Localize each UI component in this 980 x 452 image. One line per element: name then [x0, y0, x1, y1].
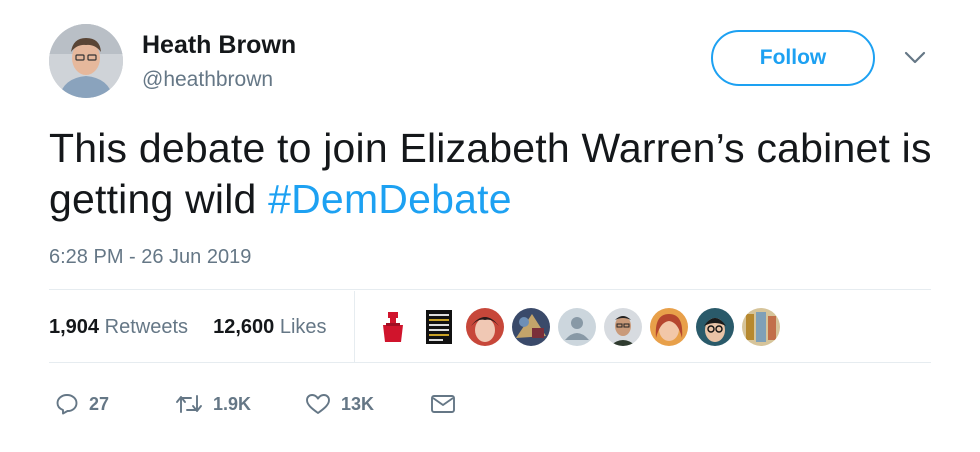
display-name[interactable]: Heath Brown [142, 31, 296, 60]
heart-icon [306, 394, 330, 414]
retweets-count[interactable]: 1,904 [49, 316, 99, 338]
likes-count[interactable]: 12,600 [213, 316, 274, 338]
liker-avatar[interactable] [696, 308, 734, 346]
liker-avatar[interactable] [650, 308, 688, 346]
envelope-icon [431, 395, 455, 413]
retweet-icon [176, 395, 202, 413]
retweet-count: 1.9K [213, 393, 252, 414]
divider [49, 289, 931, 290]
retweet-button[interactable]: 1.9K [175, 390, 251, 418]
hashtag-link[interactable]: #DemDebate [268, 176, 512, 222]
like-count: 13K [341, 393, 375, 414]
reply-button[interactable]: 27 [55, 390, 109, 418]
liker-avatar[interactable] [420, 308, 458, 346]
direct-message-button[interactable] [430, 390, 466, 418]
avatar[interactable] [49, 24, 123, 98]
tweet-stats: 1,904 Retweets 12,600 Likes [49, 316, 327, 339]
follow-button[interactable]: Follow [711, 30, 875, 86]
reply-icon [56, 394, 78, 415]
like-button[interactable]: 13K [305, 390, 374, 418]
tweet-text: This debate to join Elizabeth Warren’s c… [49, 123, 949, 225]
stats-separator [354, 291, 355, 362]
user-handle[interactable]: @heathbrown [142, 68, 273, 92]
divider [49, 362, 931, 363]
liker-avatar[interactable] [558, 308, 596, 346]
likes-label[interactable]: Likes [280, 316, 327, 338]
liker-avatar[interactable] [466, 308, 504, 346]
liker-avatar[interactable] [374, 308, 412, 346]
retweets-label[interactable]: Retweets [105, 316, 188, 338]
avatar-photo-icon [49, 24, 123, 98]
tweet-timestamp[interactable]: 6:28 PM - 26 Jun 2019 [49, 246, 251, 269]
liker-avatar[interactable] [512, 308, 550, 346]
liker-avatar[interactable] [742, 308, 780, 346]
reply-count: 27 [89, 393, 110, 414]
chevron-down-icon[interactable] [904, 50, 926, 66]
liker-avatar[interactable] [604, 308, 642, 346]
